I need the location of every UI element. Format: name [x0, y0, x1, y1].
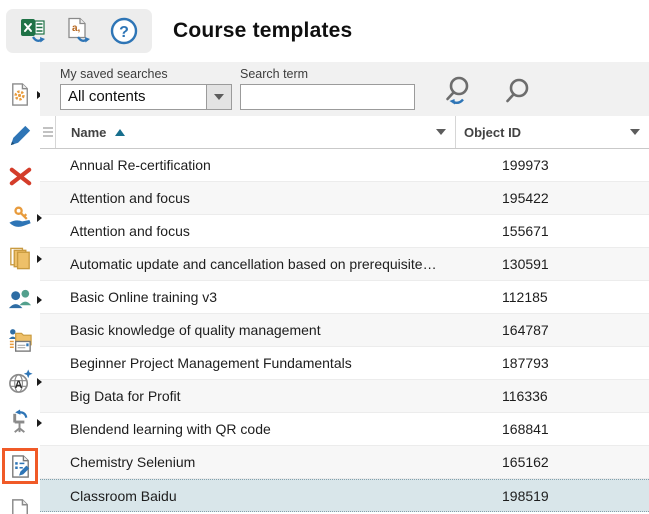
- hamburger-icon: [43, 125, 53, 139]
- body: A: [0, 62, 649, 514]
- edit-icon[interactable]: [5, 120, 35, 150]
- flyout-arrow-icon: [37, 378, 42, 386]
- row-name-cell: Automatic update and cancellation based …: [40, 256, 455, 272]
- table-row[interactable]: Big Data for Profit 116336: [40, 380, 649, 413]
- row-id-cell: 155671: [455, 223, 649, 239]
- search-icon[interactable]: [501, 74, 537, 110]
- row-name-cell: Big Data for Profit: [40, 388, 455, 404]
- row-name-cell: Blendend learning with QR code: [40, 421, 455, 437]
- table-row[interactable]: Basic knowledge of quality management 16…: [40, 314, 649, 347]
- row-id-cell: 168841: [455, 421, 649, 437]
- svg-text:?: ?: [119, 24, 129, 41]
- flyout-arrow-icon: [37, 214, 42, 222]
- row-id-cell: 130591: [455, 256, 649, 272]
- table-row[interactable]: Chemistry Selenium 165162: [40, 446, 649, 479]
- table-row[interactable]: Attention and focus 155671: [40, 215, 649, 248]
- saved-searches-value: All contents: [61, 85, 206, 109]
- table-row[interactable]: Blendend learning with QR code 168841: [40, 413, 649, 446]
- table-row[interactable]: Automatic update and cancellation based …: [40, 248, 649, 281]
- column-filter-icon[interactable]: [630, 129, 640, 135]
- new-template-icon[interactable]: [5, 79, 35, 109]
- table-row[interactable]: Basic Online training v3 112185: [40, 281, 649, 314]
- delete-icon[interactable]: [5, 161, 35, 191]
- column-label: Object ID: [464, 125, 521, 140]
- sort-ascending-icon: [115, 129, 125, 136]
- row-name-cell: Classroom Baidu: [40, 488, 455, 504]
- copy-icon[interactable]: [5, 243, 35, 273]
- row-id-cell: 195422: [455, 190, 649, 206]
- search-term-input[interactable]: [240, 84, 415, 110]
- text-export-icon[interactable]: a,: [64, 16, 94, 46]
- svg-text:a,: a,: [72, 23, 81, 34]
- export-document-icon[interactable]: [5, 495, 35, 514]
- row-id-cell: 198519: [455, 488, 649, 504]
- row-name-cell: Basic knowledge of quality management: [40, 322, 455, 338]
- participants-icon[interactable]: [5, 284, 35, 314]
- table-row[interactable]: Classroom Baidu 198519: [40, 479, 649, 512]
- svg-text:A: A: [14, 378, 22, 390]
- column-header-name[interactable]: Name: [55, 116, 455, 148]
- sidebar: A: [0, 62, 40, 514]
- column-header-object-id[interactable]: Object ID: [455, 116, 649, 148]
- saved-searches-label: My saved searches: [60, 67, 232, 81]
- excel-export-icon[interactable]: [19, 16, 49, 46]
- top-header: a, ? Course templates: [0, 0, 649, 62]
- table-menu-button[interactable]: [40, 116, 55, 148]
- cancel-booking-icon[interactable]: [5, 407, 35, 437]
- row-id-cell: 165162: [455, 454, 649, 470]
- search-term-label: Search term: [240, 67, 415, 81]
- course-template-icon[interactable]: [2, 448, 38, 484]
- main-area: My saved searches All contents Search te…: [40, 62, 649, 514]
- flyout-arrow-icon: [37, 255, 42, 263]
- table-body: Annual Re-certification 199973 Attention…: [40, 149, 649, 514]
- row-id-cell: 164787: [455, 322, 649, 338]
- search-reset-icon[interactable]: [443, 74, 479, 110]
- row-id-cell: 187793: [455, 355, 649, 371]
- flyout-arrow-icon: [37, 296, 42, 304]
- translate-icon[interactable]: A: [5, 366, 35, 396]
- table-header: Name Object ID: [40, 116, 649, 149]
- row-id-cell: 199973: [455, 157, 649, 173]
- saved-searches-dropdown-button[interactable]: [206, 85, 231, 109]
- help-icon[interactable]: ?: [109, 16, 139, 46]
- row-name-cell: Attention and focus: [40, 190, 455, 206]
- saved-searches-select[interactable]: All contents: [60, 84, 232, 110]
- row-name-cell: Annual Re-certification: [40, 157, 455, 173]
- search-term-group: Search term: [240, 67, 415, 110]
- row-id-cell: 116336: [455, 388, 649, 404]
- grant-access-icon[interactable]: [5, 202, 35, 232]
- app-window: a, ? Course templates: [0, 0, 649, 514]
- row-id-cell: 112185: [455, 289, 649, 305]
- export-icon-tray: a, ?: [6, 9, 152, 53]
- table-row[interactable]: Annual Re-certification 199973: [40, 149, 649, 182]
- table-row[interactable]: Attention and focus 195422: [40, 182, 649, 215]
- saved-searches-group: My saved searches All contents: [60, 67, 232, 110]
- row-name-cell: Basic Online training v3: [40, 289, 455, 305]
- row-name-cell: Attention and focus: [40, 223, 455, 239]
- filter-bar: My saved searches All contents Search te…: [40, 62, 649, 116]
- table-row[interactable]: Beginner Project Management Fundamentals…: [40, 347, 649, 380]
- column-label: Name: [71, 125, 106, 140]
- chevron-down-icon: [214, 94, 224, 100]
- flyout-arrow-icon: [37, 419, 42, 427]
- enrollment-mail-icon[interactable]: [5, 325, 35, 355]
- page-title: Course templates: [173, 19, 352, 43]
- row-name-cell: Chemistry Selenium: [40, 454, 455, 470]
- row-name-cell: Beginner Project Management Fundamentals: [40, 355, 455, 371]
- column-filter-icon[interactable]: [436, 129, 446, 135]
